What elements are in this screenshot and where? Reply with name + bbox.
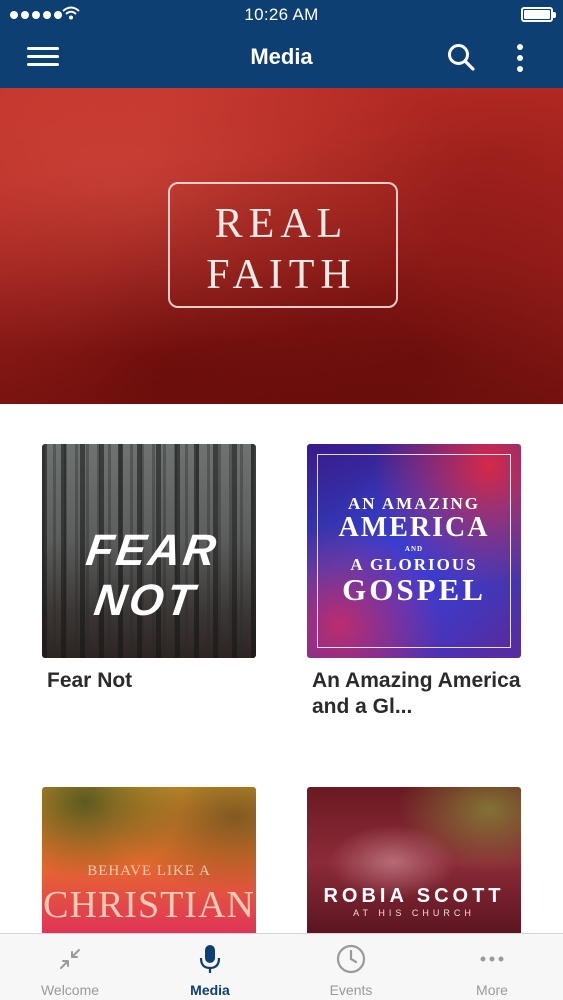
artwork-text: AN AMAZING (348, 494, 480, 513)
more-dots-icon (480, 956, 504, 962)
series-artwork: AN AMAZING AMERICA AND A GLORIOUS GOSPEL (307, 444, 521, 658)
search-icon[interactable] (446, 42, 476, 72)
tab-welcome[interactable]: Welcome (0, 934, 140, 1000)
hero-title-line2: FAITH (206, 252, 357, 298)
microphone-icon (199, 945, 221, 973)
collapse-arrows-icon (60, 949, 80, 969)
tab-label: Events (329, 982, 373, 998)
status-time: 10:26 AM (244, 5, 319, 24)
series-artwork: FEAR NOT (42, 444, 256, 658)
artwork-text: BEHAVE LIKE A (87, 863, 211, 879)
tab-label: Welcome (40, 982, 100, 998)
clock-icon (336, 944, 366, 974)
top-bar: 10:26 AM Media (0, 0, 563, 88)
tab-label: Media (190, 982, 230, 998)
card-title: An Amazing America and a Gl... (312, 669, 521, 718)
artwork-text: AMERICA (338, 512, 490, 543)
battery-icon (521, 7, 556, 22)
tab-events[interactable]: Events (281, 934, 421, 1000)
card-title: Fear Not (47, 669, 133, 692)
status-bar: 10:26 AM (0, 0, 563, 30)
artwork-text: ROBIA SCOTT (323, 885, 505, 907)
series-artwork: ROBIA SCOTT AT HIS CHURCH (307, 787, 521, 937)
artwork-text: FEAR NOT (83, 526, 222, 625)
featured-series-banner[interactable]: REAL FAITH (0, 88, 563, 404)
tab-more[interactable]: More (422, 934, 562, 1000)
hero-title-line1: REAL (214, 201, 349, 247)
overflow-menu-icon[interactable] (510, 42, 530, 74)
page-title: Media (250, 44, 313, 69)
tab-label: More (476, 982, 508, 998)
bottom-tab-bar: Welcome Media Events More (0, 933, 563, 1000)
artwork-text: CHRISTIAN (43, 884, 255, 926)
series-artwork: BEHAVE LIKE A CHRISTIAN (42, 787, 256, 937)
artwork-text: AND (404, 545, 424, 553)
artwork-text: AT HIS CHURCH (353, 908, 475, 918)
artwork-text: GOSPEL (342, 572, 486, 607)
tab-media[interactable]: Media (140, 934, 280, 1000)
